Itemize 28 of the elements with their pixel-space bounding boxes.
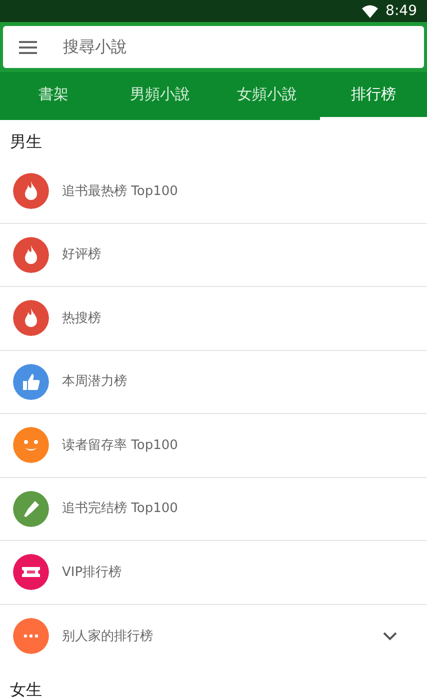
ranking-label: 热搜榜 — [62, 310, 102, 328]
ranking-item[interactable]: 追书最热榜 Top100 — [0, 160, 427, 224]
ranking-item[interactable]: 追书完结榜 Top100 — [0, 478, 427, 541]
section-title: 女生 — [9, 679, 43, 700]
ranking-label: 好评榜 — [62, 246, 102, 264]
ranking-item[interactable]: 好评榜 — [0, 224, 427, 287]
search-bar[interactable]: 搜尋小說 — [3, 26, 424, 68]
ranking-item[interactable]: 本周潜力榜 — [0, 350, 427, 414]
tab[interactable]: 書架 — [0, 72, 107, 120]
search-field[interactable]: 搜尋小說 — [61, 34, 424, 60]
ranking-label: VIP排行榜 — [62, 564, 123, 582]
tab[interactable]: 女頻小說 — [214, 72, 320, 120]
ranking-item[interactable]: 读者留存率 Top100 — [0, 414, 427, 478]
ranking-label: 读者留存率 Top100 — [62, 436, 179, 454]
ranking-item[interactable]: VIP排行榜 — [0, 541, 427, 604]
clock: 8:49 — [386, 2, 417, 20]
ranking-item[interactable]: 热搜榜 — [0, 287, 427, 350]
ranking-label: 追书最热榜 Top100 — [62, 182, 179, 200]
ranking-label: 别人家的排行榜 — [62, 628, 154, 646]
ranking-item[interactable]: 别人家的排行榜 — [0, 604, 427, 668]
tab[interactable]: 排行榜 — [320, 72, 427, 120]
menu-icon[interactable] — [19, 40, 37, 54]
tab[interactable]: 男頻小說 — [106, 72, 214, 120]
section-title: 男生 — [9, 131, 43, 153]
ranking-label: 追书完结榜 Top100 — [62, 500, 179, 518]
wifi-icon — [362, 4, 378, 18]
chevron-down-icon[interactable] — [383, 632, 397, 641]
ranking-label: 本周潜力榜 — [62, 373, 128, 391]
